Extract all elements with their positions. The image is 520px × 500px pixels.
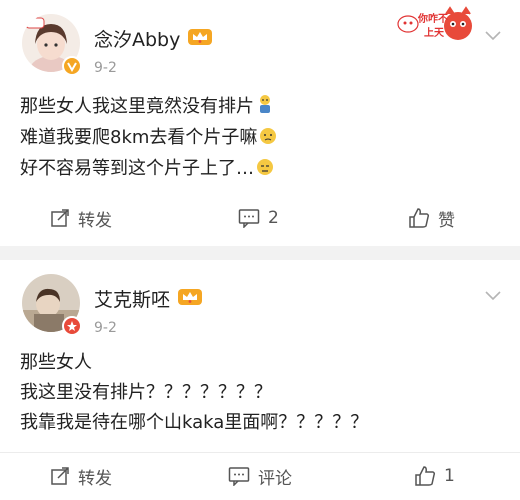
verified-badge xyxy=(62,316,82,336)
chevron-down-icon[interactable] xyxy=(484,30,502,42)
comment-card-2: 艾克斯呸 9-2 那些女人 我这里没有排片？？？？？？？ 我靠我是待在哪个山ka… xyxy=(0,260,520,500)
repost-label: 转发 xyxy=(78,210,112,231)
comment-card-1: 念汐Abby 9-2 你咋不 上天 那些女人我这里竟然没有排片 难道我要爬8km… xyxy=(0,0,520,246)
username[interactable]: 念汐Abby xyxy=(94,25,180,52)
comment-line: 我这里没有排片？？？？？？？ xyxy=(20,382,272,403)
comment-icon xyxy=(228,467,250,486)
comment-line: 那些女人 xyxy=(20,352,92,373)
comment-button[interactable]: 评论 xyxy=(228,453,292,499)
comment-line: 好不容易等到这个片子上了… xyxy=(20,154,274,180)
crying-emoji-icon xyxy=(260,95,270,113)
like-count: 1 xyxy=(444,466,455,486)
speechless-emoji-icon xyxy=(257,159,273,175)
repost-label: 转发 xyxy=(78,468,112,489)
comment-text: 难道我要爬8km去看个片子嘛 xyxy=(20,127,258,148)
vip-badge xyxy=(62,56,82,76)
repost-button[interactable]: 转发 xyxy=(50,195,112,241)
comment-line: 难道我要爬8km去看个片子嘛 xyxy=(20,123,277,149)
action-bar: 转发 2 赞 xyxy=(0,195,520,241)
comment-text: 好不容易等到这个片子上了… xyxy=(20,158,254,179)
comment-line: 我靠我是待在哪个山kaka里面啊？？？？？ xyxy=(20,412,369,433)
comment-icon xyxy=(238,209,260,228)
section-separator xyxy=(0,246,520,260)
sticker-bottom-text: 上天 xyxy=(424,28,444,39)
crown-vip-icon xyxy=(188,29,212,45)
chevron-down-icon[interactable] xyxy=(484,290,502,302)
comment-text: 那些女人我这里竟然没有排片 xyxy=(20,96,254,117)
sad-face-emoji-icon xyxy=(260,128,277,144)
thumbs-up-icon xyxy=(409,208,430,228)
repost-icon xyxy=(51,467,69,485)
like-label: 赞 xyxy=(438,210,455,231)
like-button[interactable]: 1 xyxy=(414,453,455,499)
post-date: 9-2 xyxy=(94,60,117,76)
repost-button[interactable]: 转发 xyxy=(50,453,112,499)
crown-vip-icon xyxy=(178,289,202,305)
sticker-top-text: 你咋不 xyxy=(418,14,448,25)
repost-icon xyxy=(51,209,69,227)
post-date: 9-2 xyxy=(94,320,117,336)
sticker-decoration: 你咋不 上天 xyxy=(396,4,476,44)
comment-button[interactable]: 2 xyxy=(238,195,279,241)
action-bar: 转发 评论 1 xyxy=(0,453,520,499)
comment-line: 那些女人我这里竟然没有排片 xyxy=(20,92,274,118)
comment-label: 评论 xyxy=(258,468,292,489)
comment-count: 2 xyxy=(268,208,279,228)
username[interactable]: 艾克斯呸 xyxy=(94,285,170,312)
thumbs-up-icon xyxy=(415,466,436,486)
like-button[interactable]: 赞 xyxy=(408,195,455,241)
